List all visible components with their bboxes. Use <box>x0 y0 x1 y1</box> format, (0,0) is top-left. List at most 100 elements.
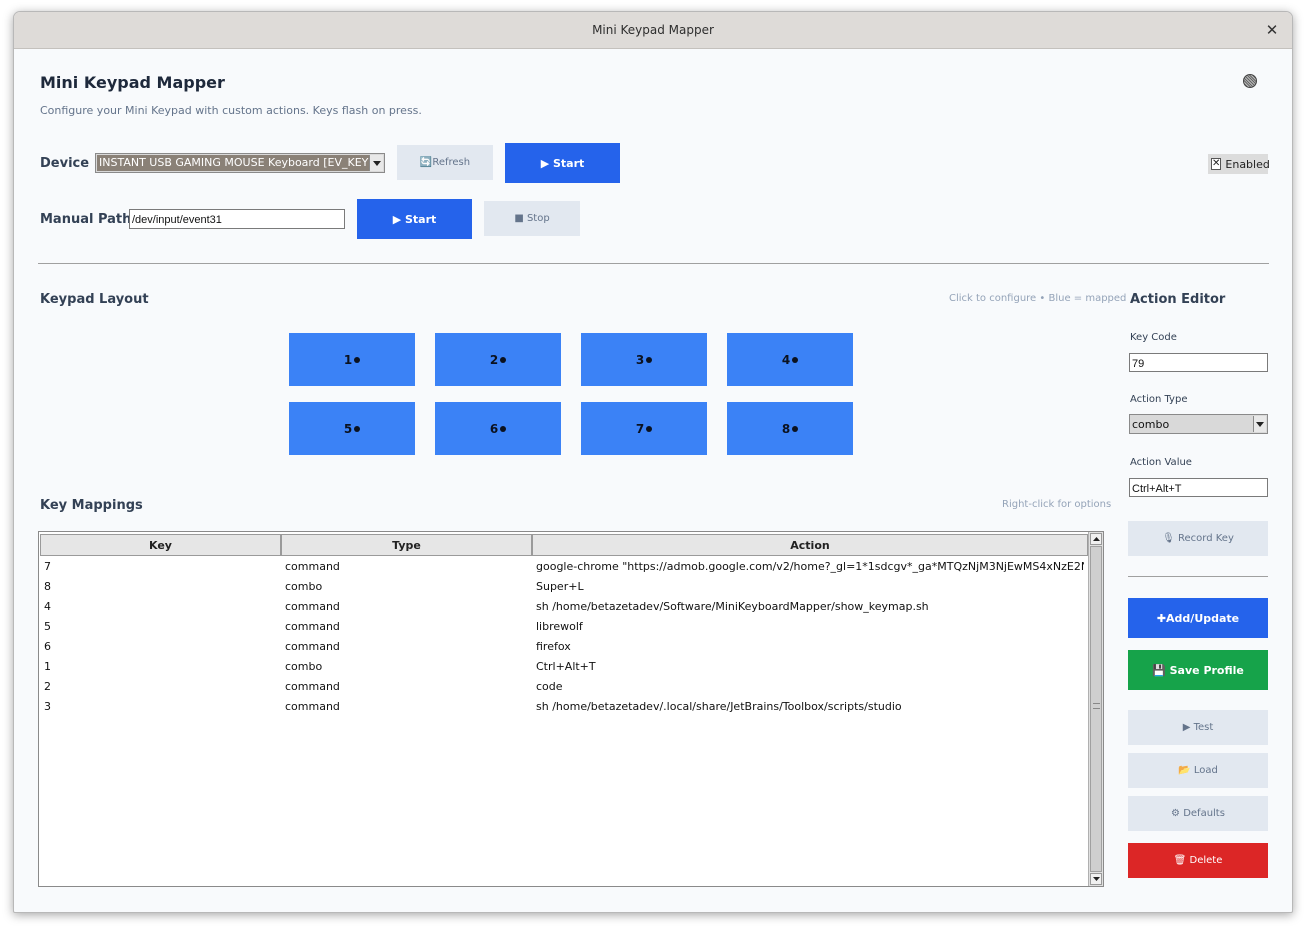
mapped-dot-icon <box>792 425 799 432</box>
keypad-key-6[interactable]: 6 <box>435 402 561 455</box>
key-label: 8 <box>781 421 791 436</box>
table-row[interactable]: 5 command librewolf <box>39 617 1087 637</box>
section-divider <box>38 263 1269 264</box>
grip-icon <box>1093 703 1100 709</box>
key-label: 2 <box>489 352 499 367</box>
key-code-label: Key Code <box>1130 332 1177 343</box>
scroll-thumb[interactable] <box>1090 546 1102 872</box>
manual-start-button[interactable]: ▶ Start <box>357 199 472 239</box>
key-mappings-title: Key Mappings <box>40 498 143 513</box>
manual-path-input[interactable] <box>129 209 345 229</box>
cell-type: command <box>285 620 340 633</box>
cell-action: code <box>536 680 563 693</box>
manual-path-label: Manual Path <box>40 212 132 227</box>
mapped-dot-icon <box>354 356 361 363</box>
column-header-action[interactable]: Action <box>532 534 1088 556</box>
cell-key: 4 <box>44 600 51 613</box>
table-row[interactable]: 8 combo Super+L <box>39 577 1087 597</box>
page-subtitle: Configure your Mini Keypad with custom a… <box>40 104 422 117</box>
close-icon[interactable]: ✕ <box>1262 20 1282 40</box>
stop-button[interactable]: ■ Stop <box>484 201 580 236</box>
mapped-dot-icon <box>792 356 799 363</box>
cell-key: 5 <box>44 620 51 633</box>
key-label: 4 <box>781 352 791 367</box>
keypad-key-4[interactable]: 4 <box>727 333 853 386</box>
add-update-button[interactable]: ✚Add/Update <box>1128 598 1268 638</box>
cell-action: Ctrl+Alt+T <box>536 660 596 673</box>
cell-type: combo <box>285 580 323 593</box>
scroll-down-icon[interactable] <box>1090 873 1102 885</box>
table-row[interactable]: 1 combo Ctrl+Alt+T <box>39 657 1087 677</box>
cell-type: command <box>285 640 340 653</box>
keypad-key-8[interactable]: 8 <box>727 402 853 455</box>
key-code-input[interactable] <box>1129 353 1268 372</box>
keypad-layout-hint: Click to configure • Blue = mapped <box>949 293 1127 304</box>
test-button[interactable]: ▶ Test <box>1128 710 1268 745</box>
key-mappings-hint: Right-click for options <box>1002 499 1112 510</box>
keypad-key-7[interactable]: 7 <box>581 402 707 455</box>
keypad-key-2[interactable]: 2 <box>435 333 561 386</box>
table-row[interactable]: 6 command firefox <box>39 637 1087 657</box>
chevron-down-icon[interactable] <box>369 155 383 171</box>
enabled-checkbox[interactable]: ✕ Enabled <box>1208 154 1270 174</box>
table-row[interactable]: 4 command sh /home/betazetadev/Software/Mi… <box>39 597 1087 617</box>
window-title: Mini Keypad Mapper <box>592 23 714 37</box>
cell-action: firefox <box>536 640 571 653</box>
action-value-input[interactable] <box>1129 478 1268 497</box>
cell-key: 8 <box>44 580 51 593</box>
chevron-down-icon[interactable] <box>1253 416 1266 432</box>
scroll-up-icon[interactable] <box>1090 533 1102 545</box>
mapped-dot-icon <box>500 425 507 432</box>
cell-action: sh /home/betazetadev/.local/share/JetBra… <box>536 700 902 713</box>
delete-button[interactable]: 🗑 Delete <box>1128 843 1268 878</box>
checkbox-check-icon: ✕ <box>1211 158 1222 170</box>
editor-divider <box>1128 576 1268 577</box>
mappings-table[interactable]: Key Type Action 7 command google-chrome "h… <box>38 531 1104 887</box>
cell-type: command <box>285 680 340 693</box>
cell-type: combo <box>285 660 323 673</box>
load-button[interactable]: 📂 Load <box>1128 753 1268 788</box>
device-label: Device <box>40 156 90 171</box>
cell-action: librewolf <box>536 620 583 633</box>
defaults-button[interactable]: ⚙ Defaults <box>1128 796 1268 831</box>
cell-key: 7 <box>44 560 51 573</box>
column-header-key[interactable]: Key <box>40 534 281 556</box>
keypad-layout-title: Keypad Layout <box>40 292 149 307</box>
table-row[interactable]: 3 command sh /home/betazetadev/.local/shar… <box>39 697 1087 717</box>
device-select[interactable]: INSTANT USB GAMING MOUSE Keyboard [EV_KE… <box>95 153 385 173</box>
app-window: Mini Keypad Mapper ✕ Mini Keypad Mapper … <box>13 11 1293 913</box>
status-indicator-icon <box>1243 74 1257 88</box>
keypad-key-1[interactable]: 1 <box>289 333 415 386</box>
action-type-select[interactable]: combo <box>1129 414 1268 434</box>
cell-type: command <box>285 700 340 713</box>
action-type-label: Action Type <box>1130 394 1188 405</box>
column-header-type[interactable]: Type <box>281 534 532 556</box>
mapped-dot-icon <box>354 425 361 432</box>
mapped-dot-icon <box>500 356 507 363</box>
cell-key: 2 <box>44 680 51 693</box>
page-title: Mini Keypad Mapper <box>40 73 225 92</box>
cell-action: google-chrome "https://admob.google.com/… <box>536 560 1084 573</box>
cell-type: command <box>285 600 340 613</box>
refresh-button[interactable]: 🔄Refresh <box>397 145 493 180</box>
table-row[interactable]: 7 command google-chrome "https://admob.goo… <box>39 557 1087 577</box>
key-label: 1 <box>343 352 353 367</box>
save-profile-button[interactable]: 💾 Save Profile <box>1128 650 1268 690</box>
cell-action: sh /home/betazetadev/Software/MiniKeyboa… <box>536 600 929 613</box>
cell-type: command <box>285 560 340 573</box>
cell-action: Super+L <box>536 580 584 593</box>
title-bar[interactable]: Mini Keypad Mapper ✕ <box>14 12 1292 49</box>
key-label: 6 <box>489 421 499 436</box>
device-select-value: INSTANT USB GAMING MOUSE Keyboard [EV_KE… <box>97 155 369 171</box>
record-key-button[interactable]: 🎙 Record Key <box>1128 521 1268 556</box>
action-editor-title: Action Editor <box>1130 292 1226 307</box>
keypad-key-3[interactable]: 3 <box>581 333 707 386</box>
key-label: 3 <box>635 352 645 367</box>
mapped-dot-icon <box>646 425 653 432</box>
table-row[interactable]: 2 command code <box>39 677 1087 697</box>
action-value-label: Action Value <box>1130 457 1192 468</box>
cell-key: 1 <box>44 660 51 673</box>
device-start-button[interactable]: ▶ Start <box>505 143 620 183</box>
keypad-key-5[interactable]: 5 <box>289 402 415 455</box>
table-scrollbar[interactable] <box>1088 532 1103 886</box>
